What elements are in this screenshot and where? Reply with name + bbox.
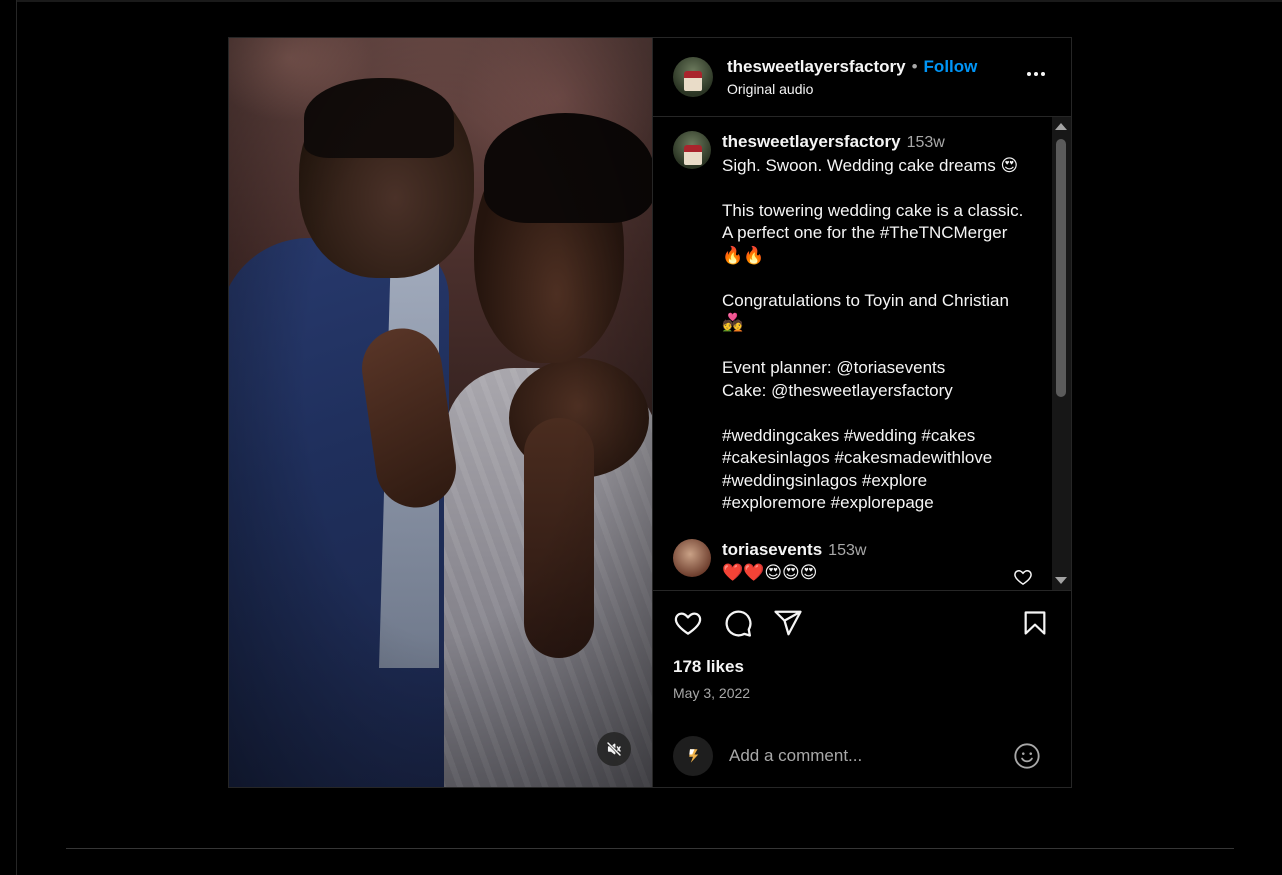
audio-link[interactable]: Original audio	[727, 81, 977, 97]
action-buttons	[673, 607, 1051, 639]
caption-line: Sigh. Swoon. Wedding cake dreams 😍	[722, 155, 1019, 175]
emoji-icon	[1014, 743, 1040, 769]
header-info: thesweetlayersfactory • Follow Original …	[727, 57, 977, 97]
caption-line	[722, 402, 1032, 425]
window-top-border	[16, 0, 1282, 2]
mute-button[interactable]	[597, 732, 631, 766]
comment-like-button[interactable]	[1013, 567, 1033, 591]
caption-line: Cake: @thesweetlayersfactory	[722, 380, 953, 400]
comment-header: toriasevents 153w	[722, 539, 1032, 563]
caption-line: #weddingcakes #wedding #cakes	[722, 425, 976, 445]
share-button[interactable]	[773, 608, 803, 638]
comment-time[interactable]: 153w	[828, 542, 866, 559]
comments-section[interactable]: thesweetlayersfactory 153w Sigh. Swoon. W…	[653, 117, 1071, 590]
scroll-down-arrow-icon[interactable]	[1055, 577, 1067, 584]
current-user-avatar[interactable]	[673, 736, 713, 776]
cake-logo-icon	[684, 71, 702, 91]
window-left-border	[16, 0, 17, 875]
bolt-logo-icon	[689, 749, 699, 763]
commenter-avatar[interactable]	[673, 538, 711, 577]
caption-body: thesweetlayersfactory 153w Sigh. Swoon. W…	[722, 131, 1032, 515]
heart-icon	[1014, 569, 1032, 585]
likes-count[interactable]: 178 likes	[673, 657, 1051, 677]
post-date[interactable]: May 3, 2022	[673, 685, 1051, 701]
caption-line: This towering wedding cake is a classic.	[722, 200, 1024, 220]
caption-line	[722, 335, 1032, 358]
cake-logo-icon	[684, 145, 702, 165]
follow-button[interactable]: Follow	[924, 57, 978, 77]
caption-avatar[interactable]	[673, 131, 711, 169]
post-actions: 178 likes May 3, 2022	[653, 590, 1071, 726]
caption-line: 🔥🔥	[722, 245, 765, 265]
comment-icon	[725, 610, 752, 637]
author-avatar[interactable]	[673, 57, 713, 97]
comment-text: ❤️❤️😍😍😍	[722, 563, 818, 582]
page-divider	[66, 848, 1234, 849]
heart-icon	[674, 612, 702, 635]
caption: thesweetlayersfactory 153w Sigh. Swoon. W…	[673, 131, 1071, 515]
speaker-muted-icon	[606, 741, 622, 757]
caption-line: #weddingsinlagos #explore	[722, 470, 928, 490]
scroll-up-arrow-icon[interactable]	[1055, 123, 1067, 130]
caption-line	[722, 267, 1032, 290]
more-options-icon	[1027, 72, 1031, 76]
save-button[interactable]	[1021, 609, 1049, 642]
send-icon	[774, 610, 802, 636]
caption-line: 💑	[722, 313, 744, 332]
comments-scrollbar[interactable]	[1052, 117, 1071, 590]
emoji-button[interactable]	[1013, 742, 1041, 775]
more-dot	[1041, 72, 1045, 76]
caption-username[interactable]: thesweetlayersfactory	[722, 132, 901, 151]
add-comment-bar	[653, 726, 1071, 786]
comment-input[interactable]	[729, 746, 999, 766]
comment-button[interactable]	[723, 608, 753, 638]
caption-line	[722, 177, 1032, 200]
caption-header: thesweetlayersfactory 153w	[722, 131, 1032, 155]
post-header: thesweetlayersfactory • Follow Original …	[653, 38, 1071, 117]
more-options-button[interactable]	[1023, 68, 1049, 80]
like-button[interactable]	[673, 608, 703, 638]
caption-line: Congratulations to Toyin and Christian	[722, 290, 1009, 310]
comment-item: toriasevents 153w ❤️❤️😍😍😍	[673, 538, 1071, 585]
header-line: thesweetlayersfactory • Follow	[727, 57, 977, 77]
author-username[interactable]: thesweetlayersfactory	[727, 57, 906, 77]
scroll-thumb[interactable]	[1056, 139, 1066, 397]
commenter-username[interactable]: toriasevents	[722, 540, 822, 559]
caption-line: #exploremore #explorepage	[722, 493, 934, 512]
caption-line: #cakesinlagos #cakesmadewithlove	[722, 448, 993, 467]
post-side-panel: thesweetlayersfactory • Follow Original …	[652, 38, 1071, 787]
caption-time[interactable]: 153w	[907, 134, 945, 151]
video-vignette	[229, 38, 652, 787]
more-dot	[1034, 72, 1038, 76]
post-modal: thesweetlayersfactory • Follow Original …	[228, 37, 1072, 788]
bookmark-icon	[1024, 611, 1046, 635]
comment-body: toriasevents 153w ❤️❤️😍😍😍	[722, 539, 1032, 585]
caption-line: Event planner: @toriasevents	[722, 358, 946, 377]
caption-line: A perfect one for the #TheTNCMerger	[722, 223, 1008, 242]
post-video[interactable]	[229, 38, 652, 787]
separator-dot: •	[911, 57, 918, 76]
